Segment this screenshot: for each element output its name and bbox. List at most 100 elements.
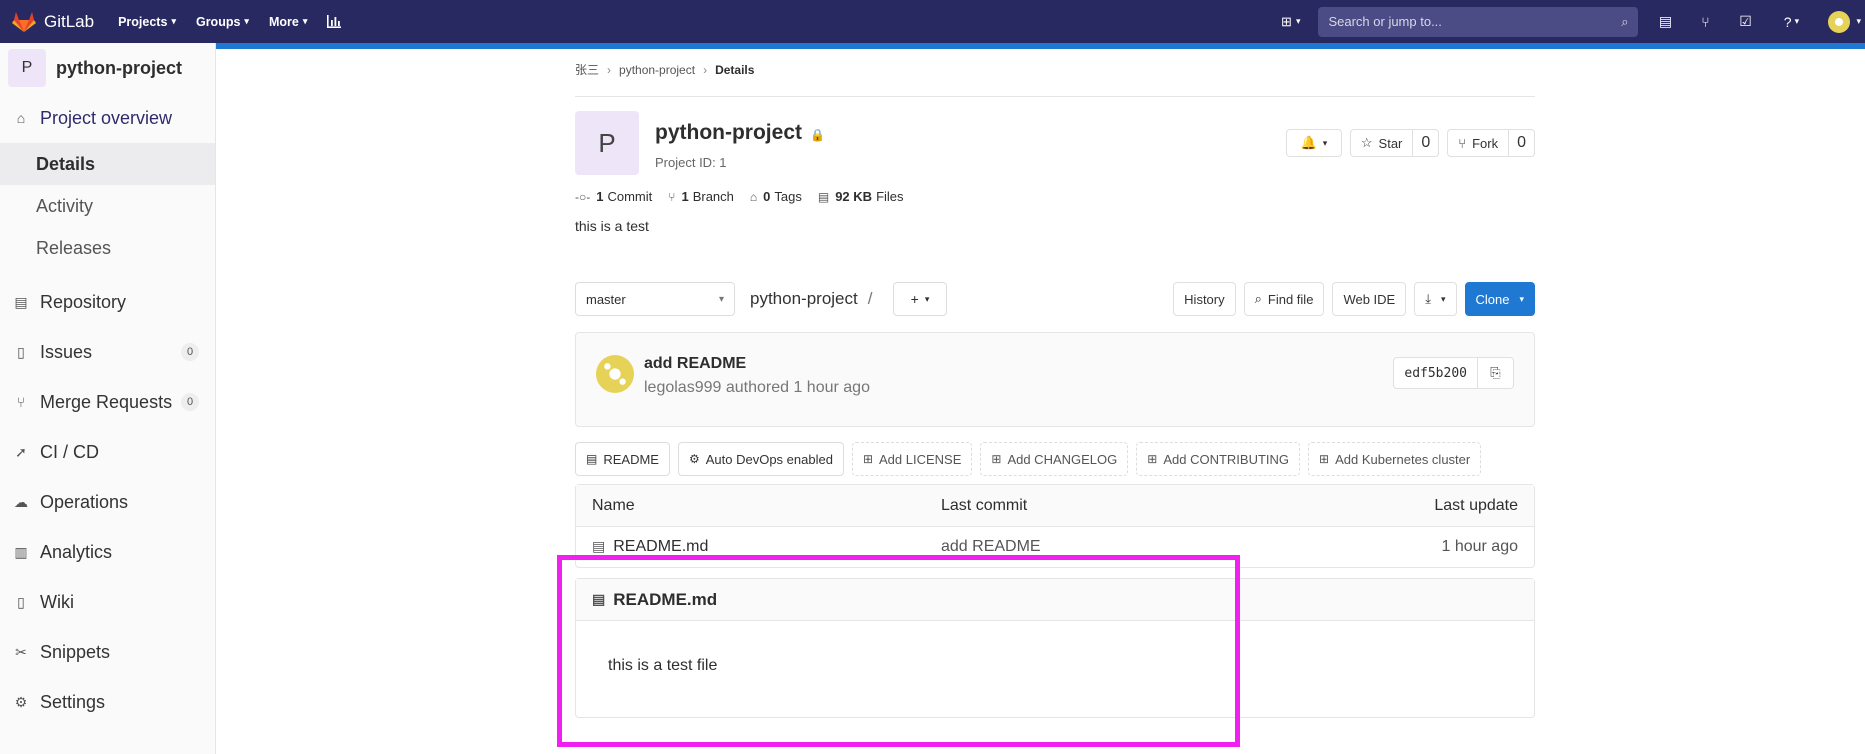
home-icon: ⌂: [16, 110, 26, 126]
files-stat[interactable]: ▤ 92 KB Files: [818, 189, 904, 204]
sidebar-item-wiki[interactable]: ▯ Wiki: [0, 577, 215, 627]
repo-path-root[interactable]: python-project: [750, 289, 858, 308]
merge-requests-icon[interactable]: ⑂: [1696, 13, 1714, 31]
sidebar-item-operations[interactable]: ☁ Operations: [0, 477, 215, 527]
new-item-button[interactable]: ⊞ ▾: [1281, 14, 1300, 30]
chart-icon: ▥: [14, 543, 28, 560]
search-icon: ⌕: [1254, 291, 1262, 306]
clone-label: Clone: [1475, 291, 1510, 307]
sidebar-subitem-activity[interactable]: Activity: [0, 185, 215, 227]
chevron-right-icon: ›: [607, 62, 612, 77]
add-license-label: Add LICENSE: [879, 451, 962, 467]
readme-button[interactable]: ▤ README: [575, 442, 670, 476]
project-avatar-large: P: [575, 111, 639, 175]
chevron-down-icon: ▾: [244, 16, 249, 26]
breadcrumb-current[interactable]: Details: [715, 63, 754, 77]
plus-square-icon: ⊞: [1147, 452, 1158, 466]
branch-icon: ⑂: [668, 189, 676, 204]
file-last-update: 1 hour ago: [1441, 538, 1518, 555]
auto-devops-button[interactable]: ⚙ Auto DevOps enabled: [677, 442, 844, 476]
star-label: Star: [1378, 135, 1403, 151]
file-name-link[interactable]: README.md: [613, 538, 708, 555]
add-changelog-button[interactable]: ⊞ Add CHANGELOG: [980, 442, 1129, 476]
readme-content: this is a test file: [608, 657, 718, 674]
sidebar-project-name: python-project: [56, 57, 182, 78]
commit-sha[interactable]: edf5b200: [1393, 357, 1478, 389]
readme-file-link[interactable]: README.md: [613, 590, 717, 610]
add-license-button[interactable]: ⊞ Add LICENSE: [851, 442, 973, 476]
merge-request-icon: ⑂: [16, 394, 26, 410]
nav-projects[interactable]: Projects ▾: [118, 15, 176, 29]
bell-icon: 🔔: [1300, 135, 1317, 150]
sidebar-item-repository[interactable]: ▤ Repository: [0, 277, 215, 327]
sidebar-item-project-overview[interactable]: ⌂ Project overview: [0, 93, 215, 143]
project-header: P python-project 🔒 Project ID: 1 🔔 ▾ ☆ Star…: [575, 111, 1535, 191]
chevron-right-icon: ›: [703, 62, 708, 77]
history-button[interactable]: History: [1173, 282, 1236, 316]
breadcrumb-owner[interactable]: 张三: [575, 61, 599, 78]
issues-icon: ▯: [17, 343, 25, 360]
clone-button[interactable]: Clone ▾: [1464, 282, 1535, 316]
file-icon: ▤: [592, 538, 606, 554]
breadcrumb: 张三 › python-project › Details: [575, 43, 1535, 97]
chevron-down-icon: ▾: [718, 293, 724, 305]
sidebar-project-header[interactable]: P python-project: [0, 43, 215, 93]
chevron-down-icon[interactable]: ▾: [1856, 16, 1861, 27]
tags-stat[interactable]: ⌂ 0 Tags: [750, 189, 802, 204]
find-file-button[interactable]: ⌕ Find file: [1243, 282, 1325, 316]
commit-author-avatar[interactable]: [596, 355, 634, 393]
user-avatar[interactable]: [1828, 10, 1851, 33]
breadcrumb-project[interactable]: python-project: [619, 63, 695, 77]
download-button[interactable]: ⤓ ▾: [1414, 282, 1457, 316]
sidebar-item-settings[interactable]: ⚙ Settings: [0, 677, 215, 727]
top-navbar: GitLab Projects ▾ Groups ▾ More ▾ ⊞ ▾ Search…: [0, 0, 1865, 43]
sidebar-item-label: Analytics: [40, 541, 113, 562]
add-to-tree-button[interactable]: + ▾: [893, 282, 947, 316]
chevron-down-icon: ▾: [1322, 137, 1328, 148]
search-input[interactable]: Search or jump to... ⌕: [1318, 6, 1639, 37]
gitlab-logo[interactable]: GitLab: [12, 11, 94, 33]
search-icon: ⌕: [1621, 13, 1629, 29]
commits-label: Commit: [607, 189, 653, 204]
web-ide-button[interactable]: Web IDE: [1332, 282, 1407, 316]
todo-issues-icon[interactable]: ▤: [1656, 13, 1674, 31]
copy-sha-button[interactable]: ⎘: [1478, 357, 1514, 389]
sidebar-item-snippets[interactable]: ✂ Snippets: [0, 627, 215, 677]
sidebar-item-analytics[interactable]: ▥ Analytics: [0, 527, 215, 577]
sidebar-item-label: Wiki: [40, 591, 74, 612]
star-button[interactable]: ☆ Star: [1349, 129, 1414, 157]
add-contributing-button[interactable]: ⊞ Add CONTRIBUTING: [1136, 442, 1301, 476]
nav-groups[interactable]: Groups ▾: [196, 15, 249, 29]
sidebar-item-ci-cd[interactable]: ➚ CI / CD: [0, 427, 215, 477]
todos-checkbox-icon[interactable]: ☑: [1736, 13, 1754, 31]
sidebar-subitem-details[interactable]: Details: [0, 143, 215, 185]
fork-button[interactable]: ⑂ Fork: [1447, 129, 1510, 157]
branch-select[interactable]: master ▾: [575, 282, 735, 316]
gear-icon: ⚙: [14, 693, 28, 710]
sidebar-item-merge-requests[interactable]: ⑂ Merge Requests 0: [0, 377, 215, 427]
file-last-commit-link[interactable]: add README: [941, 538, 1041, 556]
gitlab-fox-icon: [12, 11, 36, 32]
commit-message[interactable]: add README: [644, 355, 746, 373]
branches-label: Branch: [692, 189, 734, 204]
fork-icon: ⑂: [1458, 135, 1467, 151]
chevron-down-icon: ▾: [1440, 293, 1446, 304]
nav-groups-label: Groups: [195, 14, 241, 29]
commits-stat[interactable]: -○- 1 Commit: [575, 189, 652, 204]
nav-more[interactable]: More ▾: [269, 15, 307, 29]
activity-chart-icon[interactable]: [327, 15, 342, 29]
notification-bell-button[interactable]: 🔔 ▾: [1285, 129, 1342, 157]
document-icon: ▤: [586, 452, 598, 466]
branches-stat[interactable]: ⑂ 1 Branch: [668, 189, 734, 204]
table-row[interactable]: ▤ README.md add README 1 hour ago: [576, 527, 1534, 567]
sidebar-item-issues[interactable]: ▯ Issues 0: [0, 327, 215, 377]
sidebar-subitem-releases[interactable]: Releases: [0, 227, 215, 269]
fork-count[interactable]: 0: [1509, 129, 1535, 157]
lock-icon: 🔒: [810, 128, 825, 142]
rocket-icon: ➚: [15, 443, 27, 460]
tag-icon: ⌂: [749, 189, 758, 204]
help-icon[interactable]: ? ▾: [1776, 13, 1806, 31]
star-count[interactable]: 0: [1413, 129, 1440, 157]
add-kubernetes-button[interactable]: ⊞ Add Kubernetes cluster: [1308, 442, 1482, 476]
tags-count: 0: [763, 189, 771, 204]
